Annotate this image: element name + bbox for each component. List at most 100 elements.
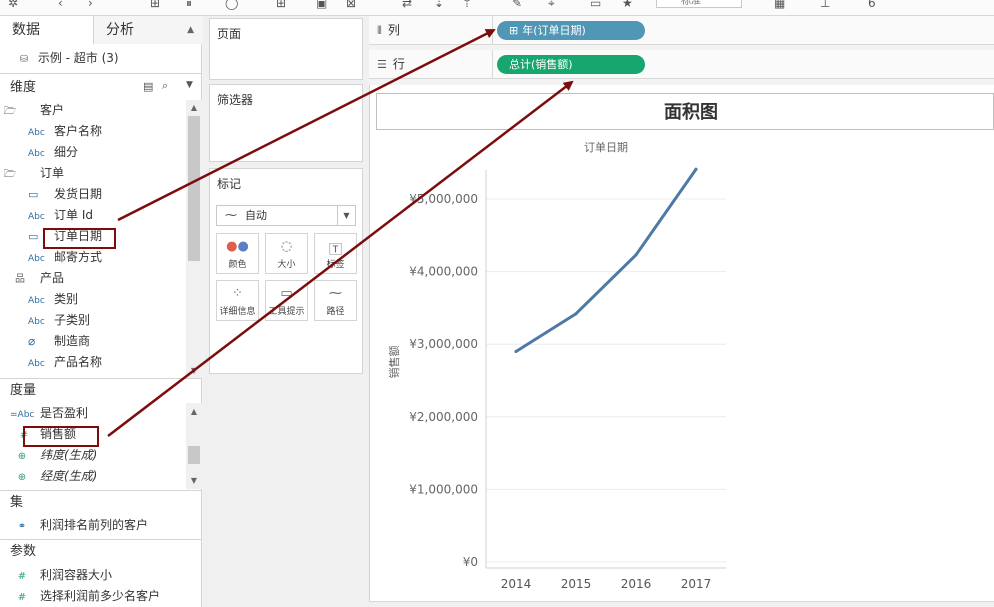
marks-size-button[interactable]: ◌ 大小 (265, 233, 308, 274)
marks-label-label: 标签 (326, 260, 345, 270)
duplicate-sheet-icon[interactable]: ▣ (316, 0, 327, 10)
new-datasource-icon[interactable]: ⊞ (150, 0, 160, 10)
clear-sheet-icon[interactable]: ⊠ (346, 0, 356, 10)
field-segment[interactable]: Abc 细分 (0, 142, 186, 163)
marks-color-button[interactable]: ●● 颜色 (216, 233, 259, 274)
folder-product[interactable]: 品 产品 (0, 268, 186, 289)
sort-desc-icon[interactable]: ⇡ (462, 0, 472, 10)
tooltip-icon: ▭ (280, 286, 293, 301)
share-icon[interactable]: 6 (868, 0, 876, 10)
sort-asc-icon[interactable]: ⇣ (434, 0, 444, 10)
field-order-id-label: 订单 Id (54, 208, 93, 222)
marks-detail-button[interactable]: ⁘ 详细信息 (216, 280, 259, 321)
tab-data[interactable]: 数据 (0, 16, 94, 44)
field-order-id[interactable]: Abc 订单 Id (0, 205, 186, 226)
dimensions-header: 维度 (0, 77, 202, 99)
new-sheet-icon[interactable]: ⊞ (276, 0, 286, 10)
chevron-down-icon: ▼ (337, 206, 355, 225)
group-icon[interactable]: ⌖ (548, 0, 555, 11)
search-icon[interactable]: ⌕ (162, 79, 168, 93)
filters-card-title: 筛选器 (217, 93, 254, 107)
pages-card[interactable]: 页面 (209, 18, 363, 80)
tab-analysis[interactable]: 分析 ▲ (94, 16, 202, 44)
string-type-icon: Abc (28, 254, 45, 264)
param-profit-bin-size[interactable]: # 利润容器大小 (0, 565, 186, 586)
presentation-icon[interactable]: ⊥ (820, 0, 830, 10)
pause-icon[interactable]: ⏸ (186, 0, 192, 11)
undo-icon[interactable]: ‹ (58, 0, 63, 10)
chart-title: 面积图 (664, 102, 718, 123)
chart-plot[interactable]: ¥0 ¥1,000,000 ¥2,000,000 ¥3,000,000 ¥4,000,0… (370, 150, 750, 600)
data-point (514, 349, 518, 353)
measures-header: 度量 (0, 380, 202, 402)
calculated-string-icon: =Abc (10, 410, 35, 420)
folder-customer[interactable]: 🗁 客户 (0, 100, 186, 121)
field-is-profitable[interactable]: =Abc 是否盈利 (0, 403, 186, 424)
marks-path-button[interactable]: ⁓ 路径 (314, 280, 357, 321)
rows-shelf-text: 行 (392, 57, 405, 71)
field-product-name[interactable]: Abc 产品名称 (0, 352, 186, 373)
datasource-item[interactable]: ⛁ 示例 - 超市 (3) (0, 48, 186, 69)
globe-icon: ⊕ (17, 472, 27, 483)
swap-icon[interactable]: ⇄ (402, 0, 412, 10)
marks-path-label: 路径 (326, 307, 345, 317)
scroll-up-icon[interactable]: ▲ (188, 407, 200, 417)
mark-type-dropdown[interactable]: ⁓ 自动 ▼ (216, 205, 356, 226)
hierarchy-icon: 品 (15, 274, 25, 285)
marks-tooltip-button[interactable]: ▭ 工具提示 (265, 280, 308, 321)
field-segment-label: 细分 (54, 145, 79, 159)
field-longitude[interactable]: ⊕ 经度(生成) (0, 466, 186, 487)
view-list-icon[interactable]: ▤ (143, 80, 153, 93)
marks-tooltip-label: 工具提示 (268, 307, 305, 317)
string-type-icon: Abc (28, 296, 45, 306)
column-pill-year-order-date[interactable]: ⊞ 年(订单日期) (497, 21, 645, 40)
dimensions-scroll-thumb[interactable] (188, 116, 200, 261)
y-axis-label: 销售额 (387, 346, 401, 379)
datasource-icon: ⛁ (19, 54, 29, 65)
columns-shelf[interactable]: ⦀ 列 ⊞ 年(订单日期) (369, 16, 994, 45)
field-customer-name-label: 客户名称 (54, 124, 103, 138)
filters-card[interactable]: 筛选器 (209, 84, 363, 162)
y-tick-label: ¥5,000,000 (409, 192, 478, 206)
tab-menu-arrows-icon[interactable]: ▲ (187, 16, 194, 44)
label-icon: 🅃 (328, 243, 342, 258)
marks-detail-label: 详细信息 (219, 307, 256, 317)
pin-icon[interactable]: ★ (622, 0, 633, 10)
field-longitude-label: 经度(生成) (40, 469, 98, 483)
y-tick-label: ¥0 (463, 555, 478, 569)
dimensions-menu-icon[interactable]: ▼ (186, 80, 193, 90)
columns-shelf-text: 列 (387, 23, 400, 37)
row-pill-sum-sales[interactable]: 总计(销售额) (497, 55, 645, 74)
scroll-down-icon[interactable]: ▼ (188, 476, 200, 486)
sets-header-label: 集 (10, 495, 24, 510)
field-ship-mode[interactable]: Abc 邮寄方式 (0, 247, 186, 268)
field-subcategory[interactable]: Abc 子类别 (0, 310, 186, 331)
highlight-icon[interactable]: ✎ (512, 0, 522, 10)
set-top-customers[interactable]: ⚭ 利润排名前列的客户 (0, 515, 186, 536)
sales-series-line (514, 167, 698, 353)
folder-order[interactable]: 🗁 订单 (0, 163, 186, 184)
field-latitude[interactable]: ⊕ 纬度(生成) (0, 445, 186, 466)
labels-icon[interactable]: ▭ (590, 0, 601, 10)
fit-selector[interactable]: 标准 (656, 0, 742, 8)
scroll-up-icon[interactable]: ▲ (188, 103, 200, 113)
folder-order-label: 订单 (40, 166, 65, 180)
columns-shelf-label: ⦀ 列 (369, 16, 493, 45)
field-ship-date-label: 发货日期 (54, 187, 103, 201)
measures-scroll-thumb[interactable] (188, 446, 200, 464)
field-category[interactable]: Abc 类别 (0, 289, 186, 310)
scroll-down-icon[interactable]: ▼ (188, 366, 200, 376)
globe-icon: ⊕ (17, 451, 27, 462)
show-cards-icon[interactable]: ▦ (774, 0, 785, 10)
redo-icon[interactable]: › (88, 0, 93, 10)
rows-shelf[interactable]: ☰ 行 总计(销售额) (369, 50, 994, 79)
logo-icon: ✲ (8, 0, 19, 10)
param-top-customers[interactable]: # 选择利润前多少名客户 (0, 586, 186, 607)
set-top-customers-label: 利润排名前列的客户 (40, 518, 149, 532)
refresh-icon[interactable]: ◯ (225, 0, 238, 10)
parameters-header: 参数 (0, 541, 202, 563)
field-customer-name[interactable]: Abc 客户名称 (0, 121, 186, 142)
field-manufacturer[interactable]: ⌀ 制造商 (0, 331, 186, 352)
field-ship-date[interactable]: ▭ 发货日期 (0, 184, 186, 205)
marks-label-button[interactable]: 🅃 标签 (314, 233, 357, 274)
